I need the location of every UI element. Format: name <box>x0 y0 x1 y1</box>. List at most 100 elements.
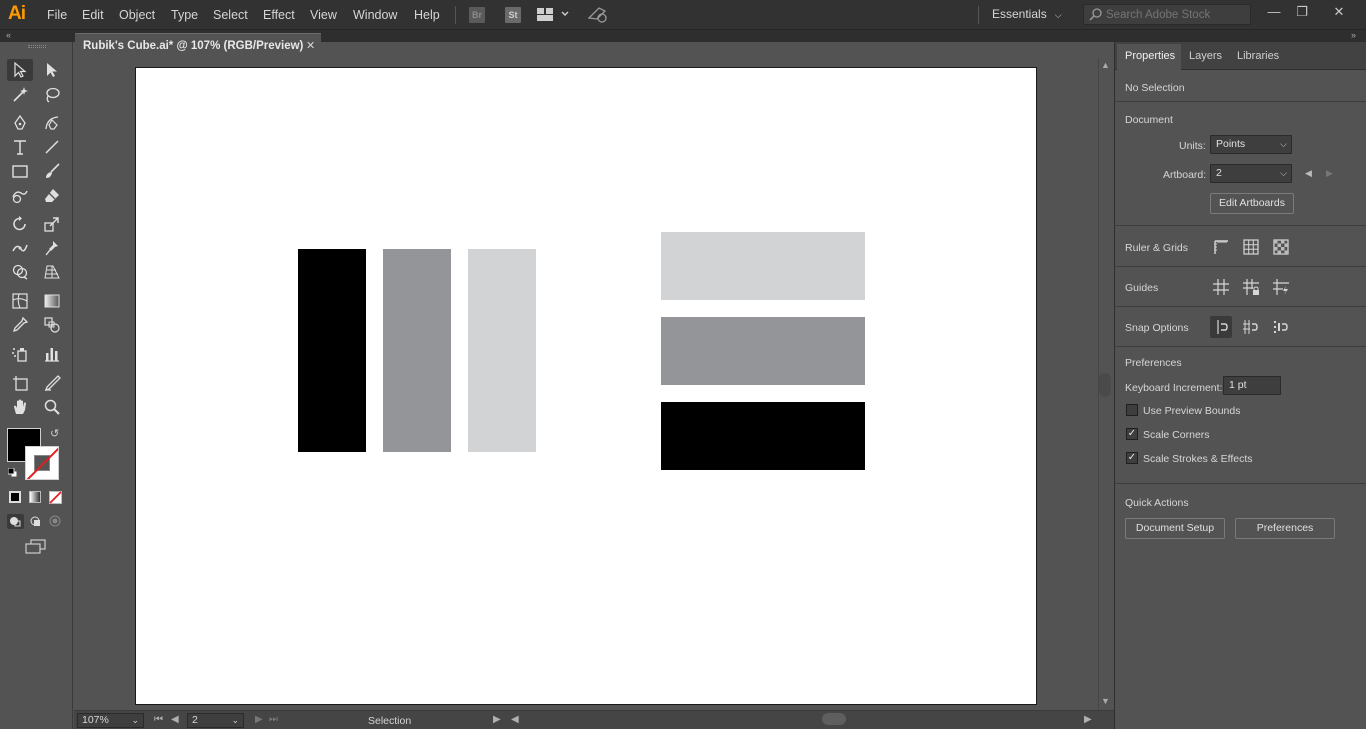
horizontal-bar-black[interactable] <box>661 402 865 470</box>
puppet-warp-tool-icon[interactable] <box>39 237 65 259</box>
blend-tool-icon[interactable] <box>39 314 65 336</box>
scale-strokes-checkbox[interactable]: ✓ <box>1126 452 1138 464</box>
close-window-button[interactable]: ✕ <box>1328 4 1350 22</box>
document-tab[interactable]: Rubik's Cube.ai* @ 107% (RGB/Preview) ✕ <box>75 33 321 58</box>
previous-artboard-icon[interactable]: ◀ <box>1305 168 1312 179</box>
workspace-switcher[interactable]: Essentials ⌵ <box>992 7 1062 21</box>
last-artboard-icon[interactable]: ⏭ <box>269 714 278 725</box>
symbol-sprayer-tool-icon[interactable] <box>7 343 33 365</box>
default-colors-icon[interactable] <box>7 467 18 481</box>
stock-search[interactable] <box>1083 4 1251 25</box>
menu-select[interactable]: Select <box>213 8 248 22</box>
arrange-documents-icon[interactable] <box>537 8 571 25</box>
canvas-area[interactable] <box>74 58 1098 710</box>
tab-libraries[interactable]: Libraries <box>1237 50 1279 62</box>
mesh-tool-icon[interactable] <box>7 290 33 312</box>
artboard-tool-icon[interactable] <box>7 372 33 394</box>
menu-help[interactable]: Help <box>414 8 440 22</box>
gradient-tool-icon[interactable] <box>39 290 65 312</box>
perspective-grid-tool-icon[interactable] <box>39 261 65 283</box>
preferences-button[interactable]: Preferences <box>1235 518 1335 539</box>
smart-guides-icon[interactable] <box>1270 276 1292 298</box>
vertical-bar-gray[interactable] <box>383 249 451 452</box>
draw-normal-icon[interactable] <box>7 514 24 529</box>
tab-properties[interactable]: Properties <box>1125 50 1175 62</box>
lock-guides-icon[interactable] <box>1240 276 1262 298</box>
guides-icon[interactable] <box>1210 276 1232 298</box>
swap-colors-icon[interactable]: ↺ <box>50 427 59 440</box>
artboard-dropdown[interactable]: 2 ⌵ <box>1210 164 1292 183</box>
artboard-navigation-field[interactable]: 2 ⌄ <box>187 713 244 728</box>
menu-view[interactable]: View <box>310 8 337 22</box>
stroke-swatch[interactable] <box>25 446 59 480</box>
draw-inside-icon[interactable] <box>48 514 63 532</box>
tab-layers[interactable]: Layers <box>1189 50 1222 62</box>
transparency-grid-icon[interactable] <box>1270 236 1292 258</box>
gradient-mode-icon[interactable] <box>29 491 41 503</box>
bridge-button[interactable]: Br <box>469 7 485 23</box>
menu-type[interactable]: Type <box>171 8 198 22</box>
scroll-right-icon[interactable]: ▶ <box>1084 714 1092 725</box>
column-graph-tool-icon[interactable] <box>39 343 65 365</box>
collapse-left-icon[interactable]: « <box>6 30 11 40</box>
magic-wand-tool-icon[interactable] <box>7 84 33 106</box>
artboard[interactable] <box>135 67 1037 705</box>
scroll-left-icon[interactable]: ◀ <box>511 714 519 725</box>
scroll-up-icon[interactable]: ▲ <box>1101 60 1110 70</box>
snap-to-grid-icon[interactable] <box>1240 316 1262 338</box>
use-preview-bounds-checkbox[interactable] <box>1126 404 1138 416</box>
hand-tool-icon[interactable] <box>7 396 33 418</box>
none-mode-icon[interactable] <box>49 491 62 507</box>
eyedropper-tool-icon[interactable] <box>7 314 33 336</box>
status-menu-arrow-icon[interactable]: ▶ <box>493 714 501 725</box>
keyboard-increment-input[interactable]: 1 pt <box>1223 376 1281 395</box>
pen-tool-icon[interactable] <box>7 112 33 134</box>
rectangle-tool-icon[interactable] <box>7 160 33 182</box>
grid-icon[interactable] <box>1240 236 1262 258</box>
type-tool-icon[interactable] <box>7 136 33 158</box>
minimize-button[interactable]: — <box>1263 4 1285 22</box>
scale-corners-checkbox[interactable]: ✓ <box>1126 428 1138 440</box>
collapse-right-icon[interactable]: » <box>1351 30 1356 40</box>
snap-to-point-icon[interactable] <box>1210 316 1232 338</box>
menu-effect[interactable]: Effect <box>263 8 295 22</box>
line-segment-tool-icon[interactable] <box>39 136 65 158</box>
paintbrush-tool-icon[interactable] <box>39 160 65 182</box>
color-mode-icon[interactable] <box>9 491 21 503</box>
rotate-tool-icon[interactable] <box>7 213 33 235</box>
vertical-scroll-thumb[interactable] <box>1099 373 1111 397</box>
document-setup-button[interactable]: Document Setup <box>1125 518 1225 539</box>
menu-window[interactable]: Window <box>353 8 397 22</box>
restore-button[interactable]: ❐ <box>1291 4 1313 22</box>
screen-mode-icon[interactable] <box>25 539 47 558</box>
zoom-field[interactable]: 107% ⌄ <box>77 713 144 728</box>
previous-artboard-icon[interactable]: ◀ <box>171 714 179 725</box>
menu-edit[interactable]: Edit <box>82 8 104 22</box>
horizontal-bar-gray[interactable] <box>661 317 865 385</box>
gpu-performance-icon[interactable] <box>587 6 609 27</box>
current-tool-label[interactable]: Selection <box>368 715 411 727</box>
edit-artboards-button[interactable]: Edit Artboards <box>1210 193 1294 214</box>
shape-builder-tool-icon[interactable] <box>7 261 33 283</box>
draw-behind-icon[interactable] <box>28 514 45 532</box>
first-artboard-icon[interactable]: ⏮ <box>154 714 163 725</box>
scroll-down-icon[interactable]: ▼ <box>1101 696 1110 706</box>
scale-tool-icon[interactable] <box>39 213 65 235</box>
vertical-bar-black[interactable] <box>298 249 366 452</box>
shaper-tool-icon[interactable] <box>7 185 33 207</box>
search-input[interactable] <box>1106 5 1246 24</box>
close-document-icon[interactable]: ✕ <box>306 39 315 52</box>
lasso-tool-icon[interactable] <box>39 84 65 106</box>
curvature-tool-icon[interactable] <box>39 112 65 134</box>
horizontal-bar-light-gray[interactable] <box>661 232 865 300</box>
width-tool-icon[interactable] <box>7 237 33 259</box>
units-dropdown[interactable]: Points ⌵ <box>1210 135 1292 154</box>
selection-tool-icon[interactable] <box>7 59 33 81</box>
stock-button[interactable]: St <box>505 7 521 23</box>
direct-selection-tool-icon[interactable] <box>39 59 65 81</box>
next-artboard-icon[interactable]: ▶ <box>255 714 263 725</box>
panel-grip[interactable] <box>28 45 46 48</box>
snap-to-pixel-icon[interactable] <box>1270 316 1292 338</box>
eraser-tool-icon[interactable] <box>39 185 65 207</box>
menu-file[interactable]: File <box>47 8 67 22</box>
